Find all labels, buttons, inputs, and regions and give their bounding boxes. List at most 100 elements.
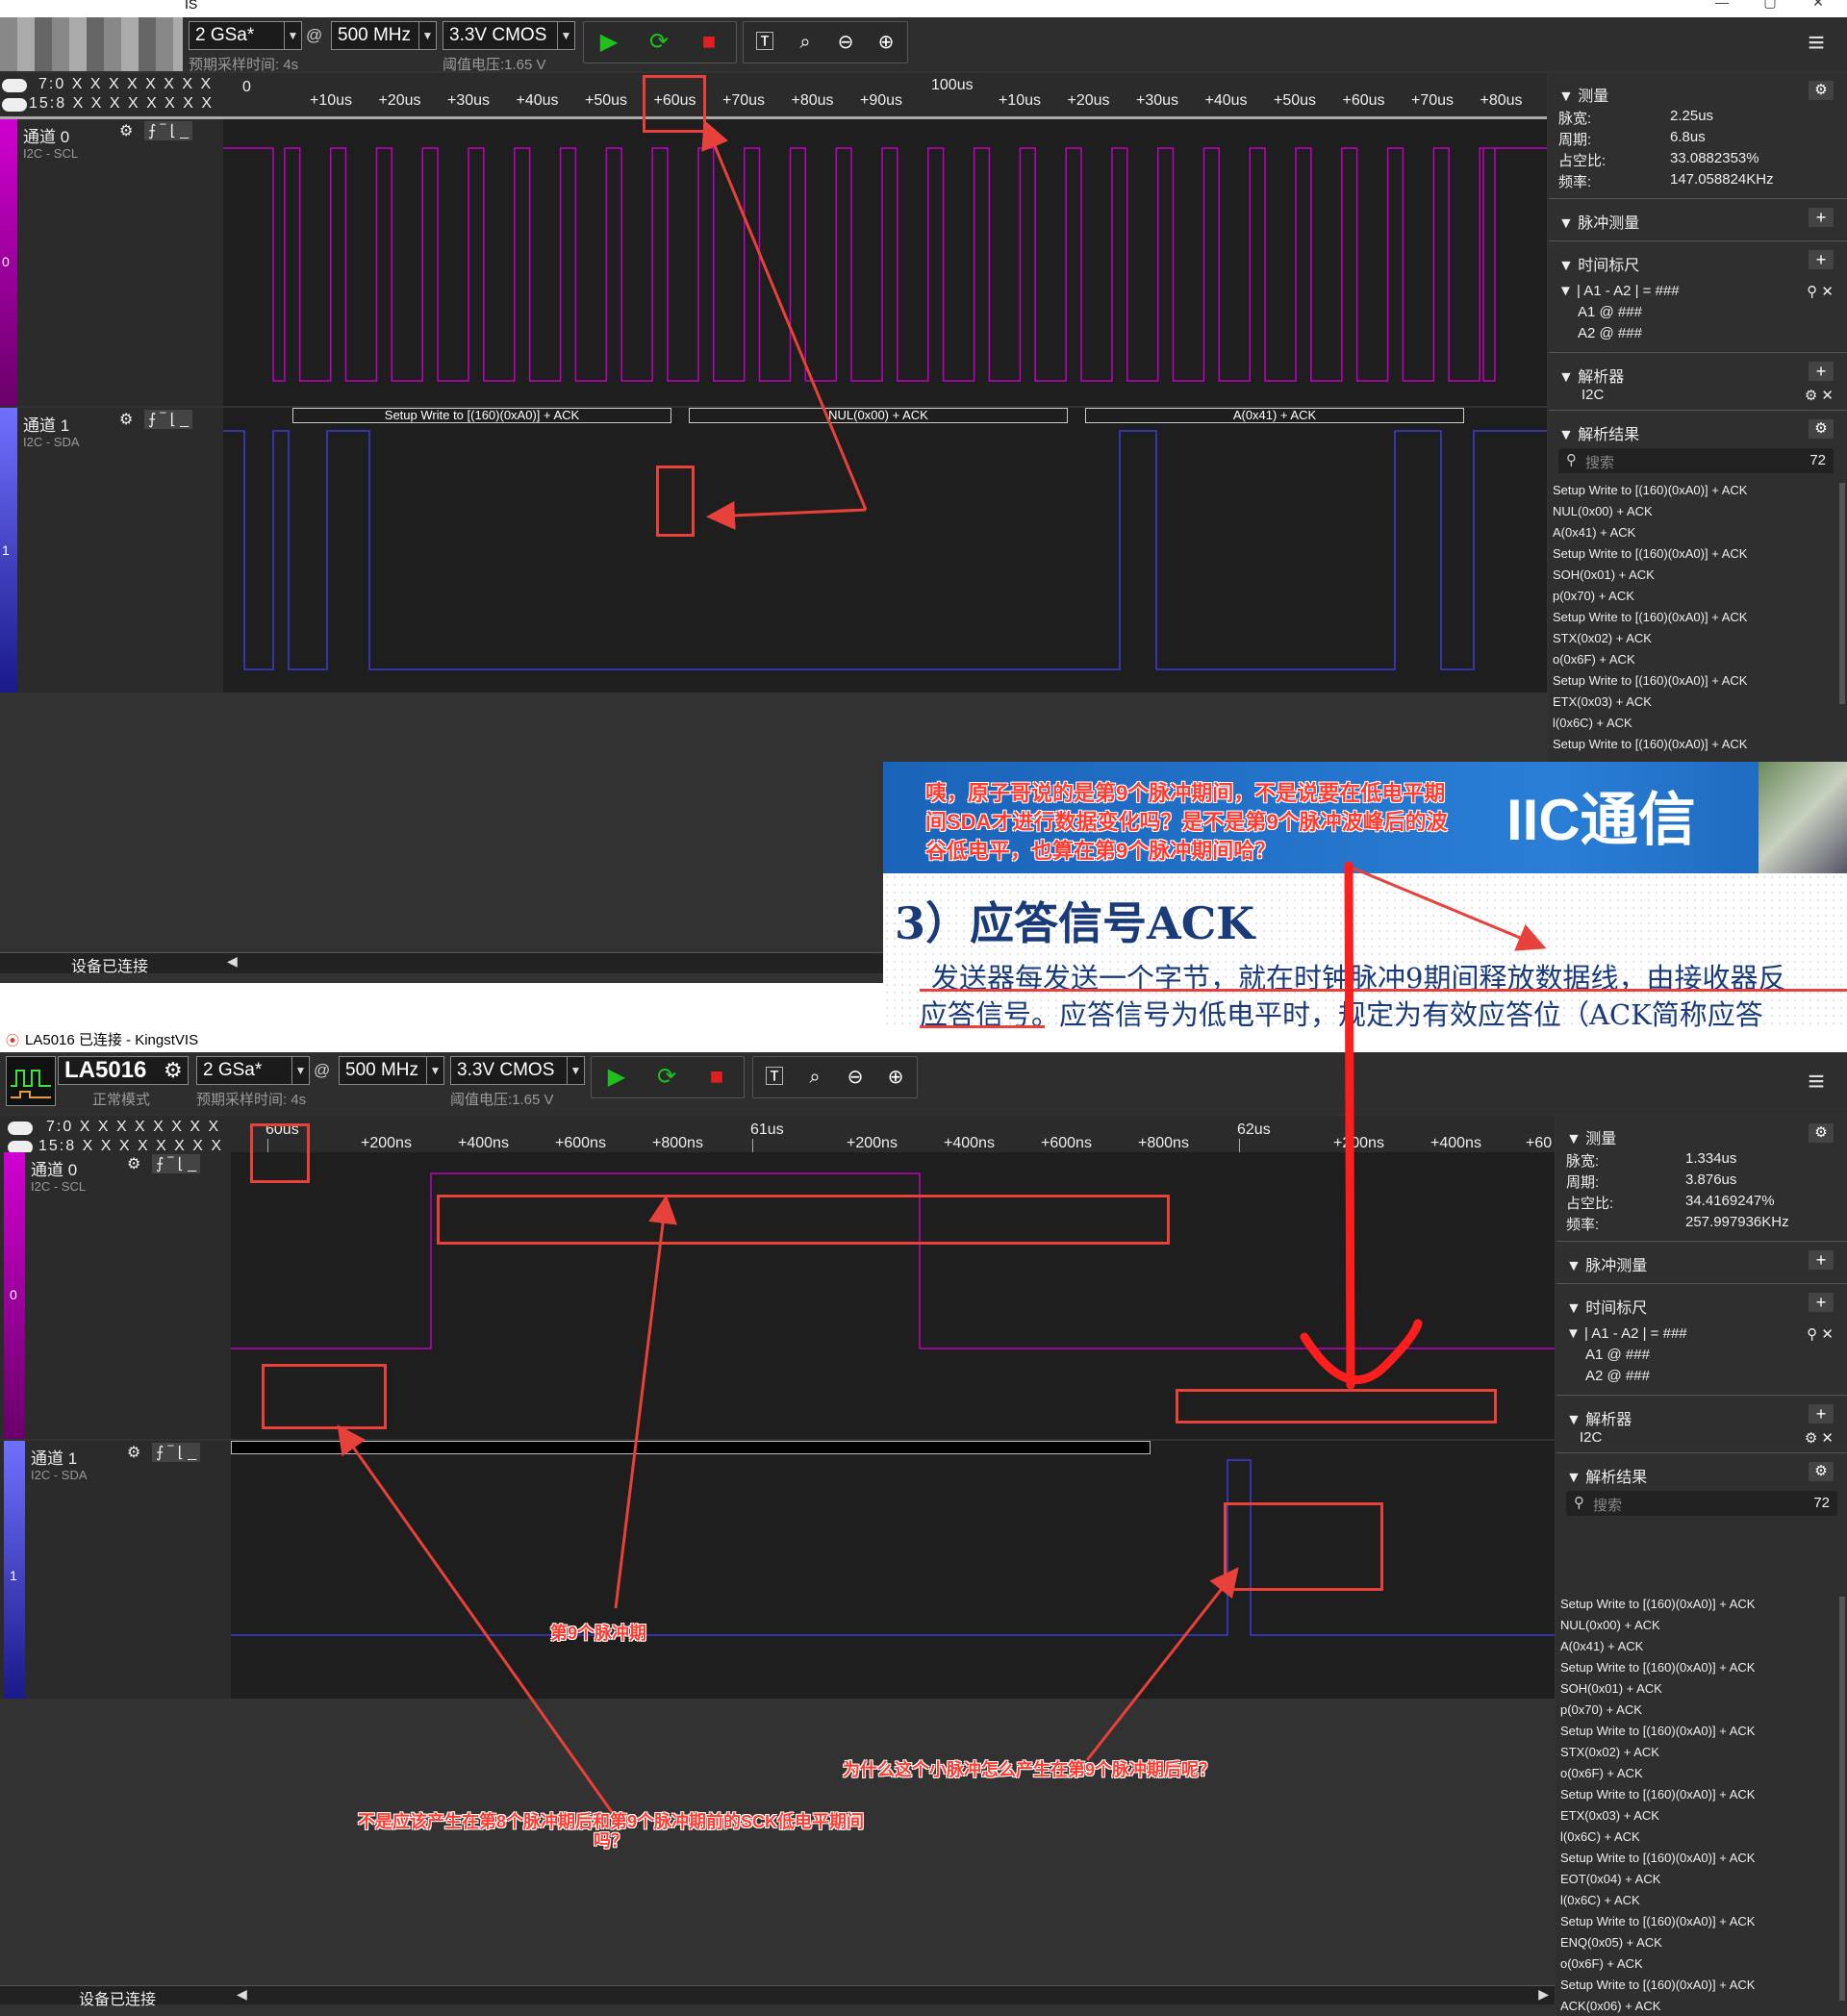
result-item[interactable]: l(0x6C) + ACK — [1553, 716, 1632, 730]
result-item[interactable]: A(0x41) + ACK — [1560, 1639, 1643, 1653]
add-marker-icon[interactable]: + — [1809, 250, 1834, 269]
result-item[interactable]: Setup Write to [(160)(0xA0)] + ACK — [1560, 1978, 1755, 1992]
decode-frame[interactable] — [231, 1441, 1151, 1454]
result-item[interactable]: ETX(0x03) + ACK — [1553, 694, 1652, 709]
marker-row[interactable]: ▼ | A1 - A2 | = ### — [1558, 283, 1680, 299]
result-item[interactable]: STX(0x02) + ACK — [1560, 1745, 1659, 1759]
voltage-select[interactable]: 3.3V CMOS ▼ — [450, 1056, 585, 1085]
text-tool-icon[interactable]: 🅃 — [747, 25, 782, 60]
frequency-select[interactable]: 500 MHz ▼ — [331, 21, 437, 50]
decoder-settings-close-icon[interactable]: ⚙ ✕ — [1805, 1429, 1834, 1447]
trigger-edge-icons[interactable]: ⨍ ‾ ⌊ _ — [144, 410, 193, 429]
channel-settings-icon[interactable]: ⚙ — [119, 121, 133, 140]
voltage-select[interactable]: 3.3V CMOS ▼ — [443, 21, 575, 50]
results-scrollbar[interactable] — [1839, 1597, 1845, 2001]
minimize-icon[interactable]: — — [1703, 0, 1741, 10]
results-settings-icon[interactable]: ⚙ — [1809, 1462, 1834, 1481]
toggle-switch[interactable] — [8, 1121, 33, 1135]
toggle-switch[interactable] — [2, 79, 27, 92]
trigger-edge-icons[interactable]: ⨍ ‾ ⌊ _ — [152, 1443, 201, 1462]
repeat-run-icon[interactable]: ⟳ — [649, 1060, 684, 1095]
results-section[interactable]: ▼ 解析结果 — [1566, 1464, 1647, 1487]
result-item[interactable]: Setup Write to [(160)(0xA0)] + ACK — [1560, 1660, 1755, 1675]
zoom-fit-icon[interactable]: ⌕ — [788, 25, 822, 60]
close-icon[interactable]: ✕ — [1799, 0, 1837, 11]
zoom-fit-icon[interactable]: ⌕ — [797, 1060, 832, 1095]
pulse-measure-section[interactable]: ▼ 脉冲测量 — [1558, 210, 1639, 233]
results-settings-icon[interactable]: ⚙ — [1809, 419, 1834, 439]
scroll-left-icon[interactable]: ◀ — [227, 953, 238, 970]
result-item[interactable]: ETX(0x03) + ACK — [1560, 1808, 1659, 1823]
zoom-in-icon[interactable]: ⊕ — [869, 25, 903, 60]
add-decoder-icon[interactable]: + — [1809, 362, 1834, 381]
trigger-edge-icons[interactable]: ⨍ ‾ ⌊ _ — [152, 1154, 201, 1173]
result-item[interactable]: Setup Write to [(160)(0xA0)] + ACK — [1560, 1914, 1755, 1928]
result-item[interactable]: o(0x6F) + ACK — [1560, 1766, 1643, 1780]
decoder-section[interactable]: ▼ 解析器 — [1558, 364, 1624, 387]
scroll-right-icon[interactable]: ▶ — [1538, 1986, 1549, 2003]
time-ruler[interactable]: 7:0 X X X X X X X X 15:8 X X X X X X X X… — [0, 73, 1547, 119]
result-item[interactable]: Setup Write to [(160)(0xA0)] + ACK — [1560, 1724, 1755, 1738]
result-item[interactable]: Setup Write to [(160)(0xA0)] + ACK — [1560, 1851, 1755, 1865]
decoder-settings-close-icon[interactable]: ⚙ ✕ — [1805, 387, 1834, 404]
text-tool-icon[interactable]: 🅃 — [757, 1060, 792, 1095]
add-decoder-icon[interactable]: + — [1809, 1404, 1834, 1424]
decoder-name[interactable]: I2C — [1580, 1429, 1602, 1446]
marker-row[interactable]: ▼ | A1 - A2 | = ### — [1566, 1325, 1687, 1342]
channel-settings-icon[interactable]: ⚙ — [127, 1443, 140, 1462]
decoder-name[interactable]: I2C — [1581, 387, 1604, 403]
result-item[interactable]: ENQ(0x05) + ACK — [1560, 1935, 1662, 1950]
search-input[interactable]: ⚲ 搜索 72 — [1558, 448, 1834, 473]
result-item[interactable]: SOH(0x01) + ACK — [1560, 1681, 1662, 1696]
sda-waveform[interactable]: Setup Write to [(160)(0xA0)] + ACK NUL(0… — [223, 408, 1547, 693]
add-pulse-icon[interactable]: + — [1809, 1250, 1834, 1270]
menu-icon[interactable]: ≡ — [1803, 1068, 1830, 1096]
frequency-select[interactable]: 500 MHz ▼ — [339, 1056, 444, 1085]
decode-frame[interactable]: Setup Write to [(160)(0xA0)] + ACK — [292, 408, 671, 423]
result-item[interactable]: Setup Write to [(160)(0xA0)] + ACK — [1553, 546, 1747, 561]
result-item[interactable]: l(0x6C) + ACK — [1560, 1893, 1640, 1907]
play-icon[interactable]: ▶ — [592, 25, 626, 60]
zoom-out-icon[interactable]: ⊖ — [838, 1060, 873, 1095]
channel-1-header[interactable]: 1 通道 1 I2C - SDA ⚙ ⨍ ‾ ⌊ _ — [0, 1441, 231, 1699]
stop-icon[interactable]: ■ — [699, 1060, 734, 1095]
result-item[interactable]: SOH(0x01) + ACK — [1553, 567, 1655, 582]
time-marker-section[interactable]: ▼ 时间标尺 — [1566, 1295, 1647, 1318]
maximize-icon[interactable]: ▢ — [1751, 0, 1789, 11]
measure-settings-icon[interactable]: ⚙ — [1809, 1123, 1834, 1143]
marker-pin-close-icon[interactable]: ⚲ ✕ — [1807, 283, 1834, 300]
result-item[interactable]: p(0x70) + ACK — [1560, 1702, 1642, 1717]
stop-icon[interactable]: ■ — [692, 25, 726, 60]
channel-0-header[interactable]: 0 通道 0 I2C - SCL ⚙ ⨍ ‾ ⌊ _ — [0, 119, 223, 406]
trigger-edge-icons[interactable]: ⨍ ‾ ⌊ _ — [144, 121, 193, 140]
toggle-switch[interactable] — [2, 98, 27, 112]
measure-section[interactable]: ▼ 测量 — [1566, 1125, 1616, 1148]
result-item[interactable]: Setup Write to [(160)(0xA0)] + ACK — [1560, 1597, 1755, 1611]
device-settings-icon[interactable]: ⚙ — [164, 1058, 183, 1083]
scroll-left-icon[interactable]: ◀ — [237, 1986, 247, 2003]
result-item[interactable]: EOT(0x04) + ACK — [1560, 1872, 1660, 1886]
result-item[interactable]: o(0x6F) + ACK — [1553, 652, 1635, 667]
time-marker-section[interactable]: ▼ 时间标尺 — [1558, 252, 1639, 275]
add-marker-icon[interactable]: + — [1809, 1293, 1834, 1312]
result-item[interactable]: ACK(0x06) + ACK — [1560, 1999, 1660, 2013]
channel-1-header[interactable]: 1 通道 1 I2C - SDA ⚙ ⨍ ‾ ⌊ _ — [0, 408, 223, 693]
results-scrollbar[interactable] — [1839, 483, 1845, 704]
zoom-in-icon[interactable]: ⊕ — [878, 1060, 913, 1095]
result-item[interactable]: STX(0x02) + ACK — [1553, 631, 1652, 645]
decode-frame[interactable]: A(0x41) + ACK — [1085, 408, 1464, 423]
decoder-section[interactable]: ▼ 解析器 — [1566, 1406, 1632, 1429]
menu-icon[interactable]: ≡ — [1803, 29, 1830, 58]
sample-rate-select[interactable]: 2 GSa* ▼ — [189, 21, 302, 50]
add-pulse-icon[interactable]: + — [1809, 208, 1834, 227]
result-item[interactable]: Setup Write to [(160)(0xA0)] + ACK — [1553, 483, 1747, 497]
pulse-measure-section[interactable]: ▼ 脉冲测量 — [1566, 1252, 1647, 1275]
zoom-out-icon[interactable]: ⊖ — [828, 25, 863, 60]
result-item[interactable]: NUL(0x00) + ACK — [1553, 504, 1653, 518]
play-icon[interactable]: ▶ — [599, 1060, 634, 1095]
scl-waveform[interactable] — [223, 119, 1547, 406]
result-item[interactable]: Setup Write to [(160)(0xA0)] + ACK — [1553, 673, 1747, 688]
channel-settings-icon[interactable]: ⚙ — [119, 410, 133, 429]
result-item[interactable]: Setup Write to [(160)(0xA0)] + ACK — [1560, 1787, 1755, 1802]
result-item[interactable]: Setup Write to [(160)(0xA0)] + ACK — [1553, 737, 1747, 751]
